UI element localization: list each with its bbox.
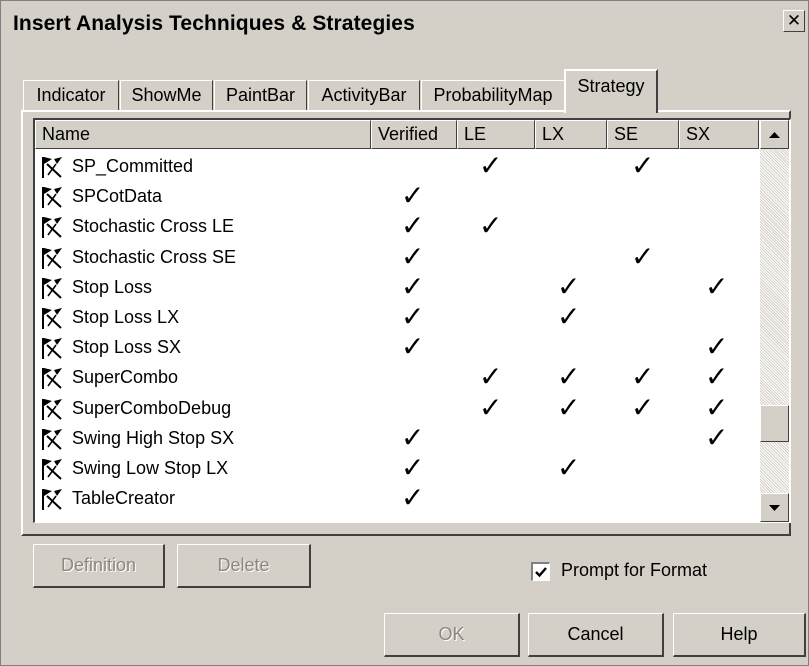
- strategy-name: Stop Loss: [72, 276, 153, 297]
- title-bar[interactable]: Insert Analysis Techniques & Strategies …: [4, 4, 807, 44]
- verified-check: ✓: [401, 300, 425, 333]
- delete-button-label: Delete: [217, 555, 270, 575]
- close-icon: ✕: [786, 11, 802, 30]
- verified-check: ✓: [401, 451, 425, 484]
- help-button[interactable]: Help: [673, 613, 806, 657]
- strategy-name: TableCreator: [72, 488, 176, 509]
- strategy-flag-icon: [38, 366, 64, 390]
- sx-check: ✓: [705, 390, 729, 424]
- scroll-thumb[interactable]: [760, 405, 789, 442]
- le-check: ✓: [479, 360, 503, 394]
- close-button[interactable]: ✕: [783, 10, 805, 32]
- column-header-sx[interactable]: SX: [679, 120, 759, 149]
- cancel-button-label: Cancel: [567, 624, 624, 644]
- help-button-label: Help: [720, 624, 758, 644]
- se-check: ✓: [631, 149, 655, 182]
- strategy-name: Stochastic Cross LE: [72, 216, 235, 237]
- strategy-flag-icon: [38, 457, 64, 481]
- column-header-verified[interactable]: Verified: [371, 120, 457, 149]
- verified-check: ✓: [401, 420, 425, 454]
- list-item[interactable]: Swing High Stop SX ✓ ✓: [35, 420, 757, 455]
- list-item[interactable]: SuperCombo ✓ ✓ ✓ ✓: [35, 360, 757, 394]
- strategy-name: Stochastic Cross SE: [72, 246, 237, 267]
- strategy-flag-icon: [38, 336, 64, 360]
- scroll-up-button[interactable]: [760, 120, 789, 149]
- strategy-name: SPCotData: [72, 186, 163, 207]
- list-item[interactable]: TableCreator ✓: [35, 481, 757, 515]
- scroll-down-button[interactable]: [760, 493, 789, 522]
- strategy-flag-icon: [38, 215, 64, 239]
- verified-check: ✓: [401, 209, 425, 243]
- strategy-flag-icon: [38, 487, 64, 511]
- verified-check: ✓: [401, 179, 425, 213]
- strategy-flag-icon: [38, 397, 64, 421]
- column-header-le[interactable]: LE: [457, 120, 535, 149]
- strategy-name: SuperComboDebug: [72, 397, 232, 418]
- strategy-flag-icon: [38, 276, 64, 300]
- strategy-flag-icon: [38, 306, 64, 330]
- list-item[interactable]: Stop Loss ✓ ✓ ✓: [35, 269, 757, 304]
- lx-check: ✓: [557, 300, 581, 333]
- window-title: Insert Analysis Techniques & Strategies: [13, 12, 415, 35]
- sx-check: ✓: [705, 330, 729, 364]
- sx-check: ✓: [705, 420, 729, 454]
- list-item[interactable]: SuperComboDebug ✓ ✓ ✓ ✓: [35, 390, 757, 425]
- le-check: ✓: [479, 390, 503, 424]
- lx-check: ✓: [557, 269, 581, 303]
- se-check: ✓: [631, 239, 655, 273]
- sx-check: ✓: [705, 360, 729, 394]
- le-check: ✓: [479, 209, 503, 243]
- strategy-list[interactable]: Name Verified LE LX SE SX SP_Committed ✓ ✓…: [33, 118, 791, 523]
- insert-analysis-dialog: Insert Analysis Techniques & Strategies …: [0, 0, 809, 666]
- strategy-flag-icon: [38, 427, 64, 451]
- tab-indicator[interactable]: Indicator: [23, 80, 119, 111]
- strategy-name: Stop Loss LX: [72, 307, 180, 327]
- arrow-up-icon: [769, 132, 780, 138]
- se-check: ✓: [631, 390, 655, 424]
- definition-button[interactable]: Definition: [33, 544, 165, 588]
- tab-showme[interactable]: ShowMe: [120, 80, 213, 111]
- list-item[interactable]: Stochastic Cross SE ✓ ✓: [35, 239, 757, 274]
- list-item[interactable]: SP_Committed ✓ ✓: [35, 149, 757, 183]
- ok-button[interactable]: OK: [384, 613, 520, 657]
- prompt-for-format-checkbox[interactable]: [531, 562, 550, 581]
- strategy-name: SP_Committed: [72, 156, 194, 176]
- list-item[interactable]: Stop Loss LX ✓ ✓: [35, 300, 757, 334]
- lx-check: ✓: [557, 390, 581, 424]
- column-header-name[interactable]: Name: [35, 120, 371, 149]
- ok-button-label: OK: [438, 624, 465, 644]
- strategy-flag-icon: [38, 155, 64, 179]
- strategy-name: Swing Low Stop LX: [72, 458, 229, 478]
- list-item[interactable]: Swing Low Stop LX ✓ ✓: [35, 451, 757, 485]
- tab-activitybar[interactable]: ActivityBar: [308, 80, 420, 111]
- checkmark-icon: [535, 567, 547, 578]
- list-item[interactable]: SPCotData ✓: [35, 179, 757, 213]
- verified-check: ✓: [401, 269, 425, 303]
- prompt-for-format-label[interactable]: Prompt for Format: [561, 560, 707, 581]
- delete-button[interactable]: Delete: [177, 544, 311, 588]
- le-check: ✓: [479, 149, 503, 182]
- verified-check: ✓: [401, 481, 425, 515]
- strategy-name: Swing High Stop SX: [72, 427, 235, 448]
- cancel-button[interactable]: Cancel: [528, 613, 664, 657]
- verified-check: ✓: [401, 330, 425, 364]
- column-header-se[interactable]: SE: [607, 120, 679, 149]
- strategy-name: Stop Loss SX: [72, 337, 182, 358]
- tab-probabilitymap[interactable]: ProbabilityMap: [421, 80, 565, 111]
- tab-paintbar[interactable]: PaintBar: [214, 80, 307, 111]
- se-check: ✓: [631, 360, 655, 394]
- strategy-name: SuperCombo: [72, 367, 179, 388]
- list-item[interactable]: Stochastic Cross LE ✓ ✓: [35, 209, 757, 243]
- arrow-down-icon: [769, 505, 780, 511]
- tab-strategy[interactable]: Strategy: [564, 69, 658, 113]
- sx-check: ✓: [705, 269, 729, 303]
- column-header-lx[interactable]: LX: [535, 120, 607, 149]
- lx-check: ✓: [557, 360, 581, 394]
- verified-check: ✓: [401, 239, 425, 273]
- lx-check: ✓: [557, 451, 581, 484]
- vertical-scrollbar[interactable]: [760, 120, 789, 522]
- strategy-flag-icon: [38, 246, 64, 270]
- strategy-flag-icon: [38, 185, 64, 209]
- definition-button-label: Definition: [60, 555, 137, 575]
